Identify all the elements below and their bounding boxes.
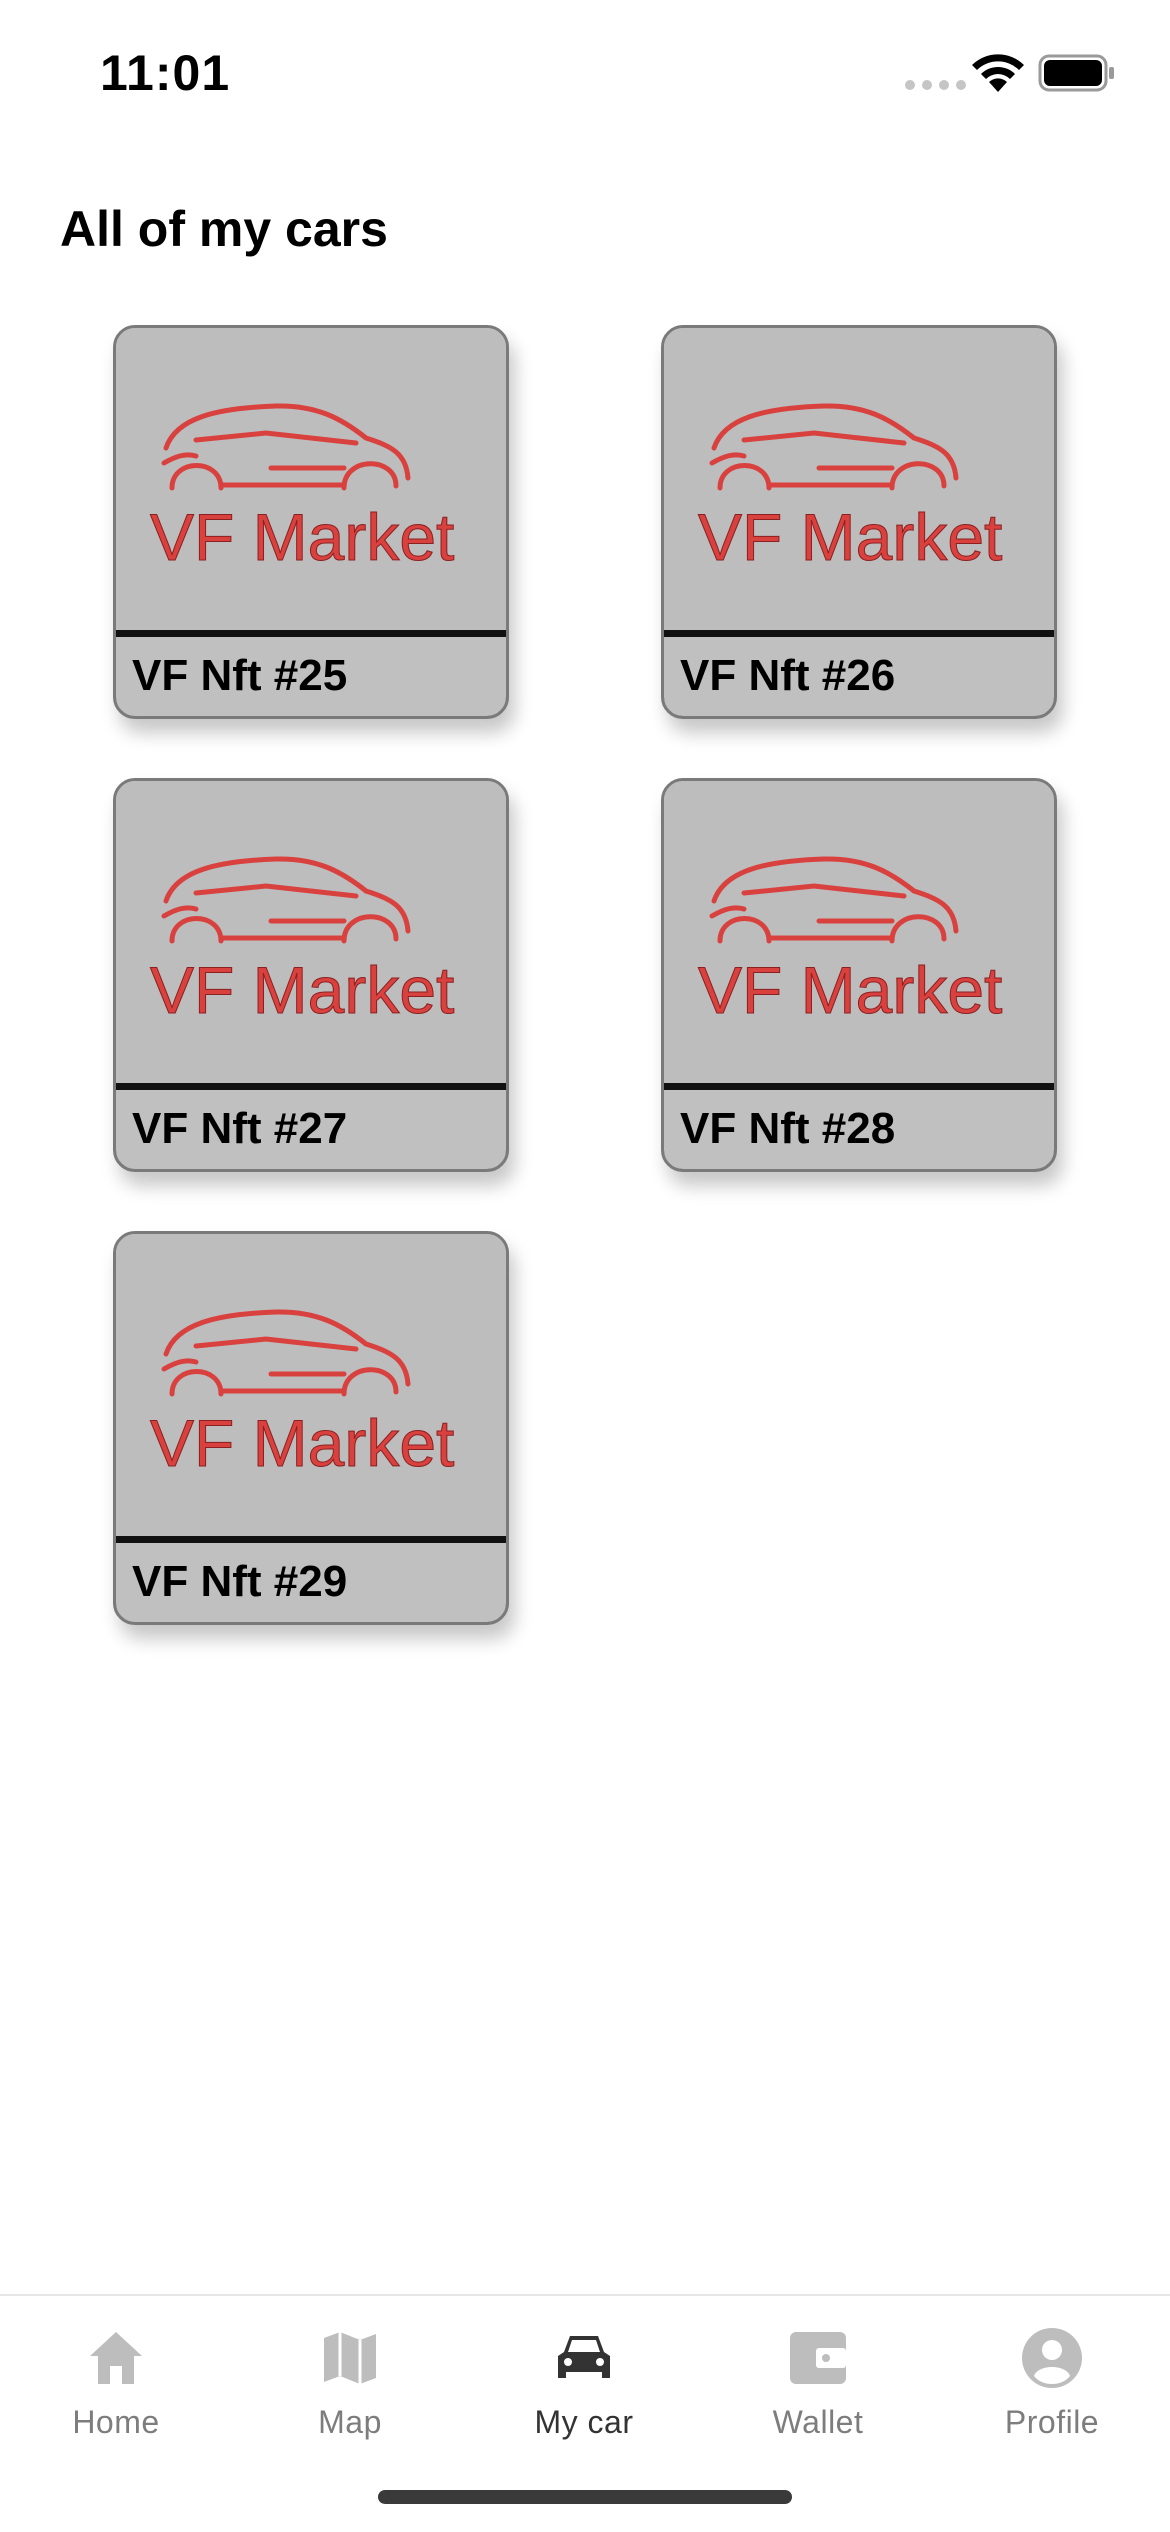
status-time: 11:01 [100, 45, 231, 101]
vf-market-logo: VF Market [698, 856, 1003, 1028]
nav-home[interactable]: Home [16, 2326, 216, 2466]
nav-profile-label: Profile [1004, 2404, 1100, 2440]
car-card[interactable]: VF Market VF Nft #29 [113, 1231, 509, 1625]
nav-map[interactable]: Map [250, 2326, 450, 2466]
car-image: VF Market [116, 781, 506, 1086]
nav-wallet[interactable]: Wallet [718, 2326, 918, 2466]
home-icon [90, 2332, 142, 2384]
car-image: VF Market [664, 781, 1054, 1086]
car-card[interactable]: VF Market VF Nft #25 [113, 325, 509, 719]
car-name: VF Nft #29 [116, 1539, 506, 1622]
car-name: VF Nft #26 [664, 633, 1054, 716]
svg-text:VF Market: VF Market [150, 1406, 454, 1480]
vf-market-logo: VF Market [150, 403, 455, 575]
car-name: VF Nft #25 [116, 633, 506, 716]
page-title: All of my cars [60, 201, 388, 257]
svg-text:VF Market: VF Market [150, 500, 454, 574]
profile-icon [1022, 2328, 1082, 2388]
nav-wallet-label: Wallet [772, 2404, 864, 2440]
nav-map-label: Map [318, 2404, 382, 2440]
wifi-icon [972, 54, 1024, 92]
car-icon [558, 2336, 610, 2378]
vf-market-logo: VF Market [698, 403, 1003, 575]
car-card[interactable]: VF Market VF Nft #26 [661, 325, 1057, 719]
vf-market-logo: VF Market [150, 856, 455, 1028]
vf-market-logo: VF Market [150, 1309, 455, 1481]
car-image: VF Market [664, 328, 1054, 633]
car-card[interactable]: VF Market VF Nft #27 [113, 778, 509, 1172]
battery-icon [1038, 54, 1114, 92]
nav-my-car[interactable]: My car [484, 2326, 684, 2466]
nav-profile[interactable]: Profile [952, 2326, 1152, 2466]
svg-text:VF Market: VF Market [698, 953, 1002, 1027]
cellular-signal-icon [905, 80, 966, 90]
wallet-icon [790, 2332, 846, 2384]
svg-text:VF Market: VF Market [698, 500, 1002, 574]
nav-home-label: Home [72, 2404, 160, 2440]
nav-my-car-label: My car [534, 2404, 634, 2440]
status-bar: 11:01 [0, 0, 1170, 150]
car-image: VF Market [116, 328, 506, 633]
car-name: VF Nft #27 [116, 1086, 506, 1169]
car-name: VF Nft #28 [664, 1086, 1054, 1169]
car-card[interactable]: VF Market VF Nft #28 [661, 778, 1057, 1172]
car-image: VF Market [116, 1234, 506, 1539]
home-indicator[interactable] [378, 2490, 792, 2504]
map-icon [324, 2332, 376, 2384]
svg-text:VF Market: VF Market [150, 953, 454, 1027]
